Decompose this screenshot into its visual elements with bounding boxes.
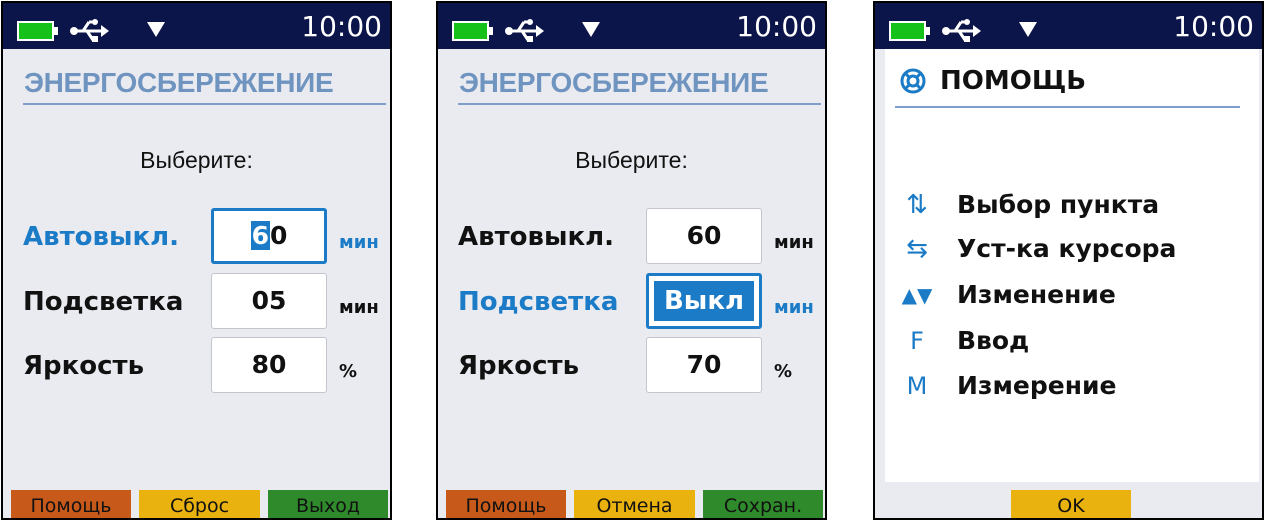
title-divider <box>23 103 386 105</box>
title-divider <box>458 103 821 105</box>
edit-cursor: 6 <box>250 221 270 250</box>
lifebuoy-icon <box>900 68 926 94</box>
help-item-text: Ввод <box>957 326 1030 355</box>
f-key-icon: F <box>910 327 924 355</box>
brightness-unit: % <box>774 361 793 382</box>
backlight-unit: мин <box>774 297 814 318</box>
usb-icon <box>69 17 109 45</box>
reset-button[interactable]: Сброс <box>139 490 260 518</box>
usb-icon <box>941 17 981 45</box>
help-item-text: Выбор пункта <box>957 190 1160 219</box>
prompt-text: Выберите: <box>140 147 253 173</box>
battery-icon <box>452 21 494 41</box>
brightness-label: Яркость <box>458 351 580 381</box>
signal-icon <box>1018 20 1038 38</box>
clock: 10:00 <box>301 10 382 43</box>
clock: 10:00 <box>1173 10 1254 43</box>
battery-icon <box>17 21 59 41</box>
auto-off-unit: мин <box>339 232 379 253</box>
signal-icon <box>581 20 601 38</box>
auto-off-value-rest: 0 <box>270 221 288 250</box>
status-bar: 10:00 <box>3 3 390 49</box>
title-divider <box>895 106 1240 108</box>
status-bar: 10:00 <box>875 3 1262 49</box>
backlight-field[interactable]: Выкл <box>646 273 762 329</box>
help-item-text: Уст-ка курсора <box>957 234 1177 263</box>
help-item-text: Измерение <box>957 371 1117 400</box>
auto-off-field[interactable]: 60 <box>211 208 327 264</box>
backlight-label: Подсветка <box>23 287 184 317</box>
battery-icon <box>889 21 931 41</box>
energy-saving-screen-2: 10:00 ЭНЕРГОСБЕРЕЖЕНИЕ Выберите: Автовык… <box>436 1 827 520</box>
prompt-text: Выберите: <box>575 147 688 173</box>
backlight-label: Подсветка <box>458 287 619 317</box>
exit-button[interactable]: Выход <box>268 490 388 518</box>
brightness-field[interactable]: 80 <box>211 337 327 393</box>
backlight-unit: мин <box>339 297 379 318</box>
left-right-arrows-icon: ⇆ <box>906 234 928 264</box>
page-title: ЭНЕРГОСБЕРЕЖЕНИЕ <box>459 67 769 98</box>
up-down-triangles-icon: ▲▼ <box>901 283 933 307</box>
help-button[interactable]: Помощь <box>11 490 131 518</box>
clock: 10:00 <box>736 10 817 43</box>
auto-off-label: Автовыкл. <box>23 222 180 252</box>
help-panel: ПОМОЩЬ ⇅ Выбор пункта ⇆ Уст-ка курсора ▲… <box>885 49 1259 482</box>
page-title: ЭНЕРГОСБЕРЕЖЕНИЕ <box>24 67 334 98</box>
backlight-selected-value: Выкл <box>652 279 756 323</box>
auto-off-unit: мин <box>774 232 814 253</box>
help-button[interactable]: Помощь <box>446 490 566 518</box>
help-item-text: Изменение <box>957 280 1116 309</box>
signal-icon <box>146 20 166 38</box>
help-screen: 10:00 ПОМОЩЬ ⇅ Выбор пункта ⇆ Уст-ка кур… <box>873 1 1264 520</box>
status-bar: 10:00 <box>438 3 825 49</box>
up-down-arrows-icon: ⇅ <box>906 190 928 220</box>
auto-off-label: Автовыкл. <box>458 222 615 252</box>
m-key-icon: M <box>906 372 928 400</box>
ok-button[interactable]: OK <box>1011 490 1131 518</box>
brightness-unit: % <box>339 361 358 382</box>
energy-saving-screen-1: 10:00 ЭНЕРГОСБЕРЕЖЕНИЕ Выберите: Автовык… <box>1 1 392 520</box>
brightness-label: Яркость <box>23 351 145 381</box>
save-button[interactable]: Сохран. <box>703 490 823 518</box>
brightness-field[interactable]: 70 <box>646 337 762 393</box>
help-title: ПОМОЩЬ <box>940 66 1087 96</box>
auto-off-field[interactable]: 60 <box>646 208 762 264</box>
cancel-button[interactable]: Отмена <box>574 490 695 518</box>
usb-icon <box>504 17 544 45</box>
backlight-field[interactable]: 05 <box>211 273 327 329</box>
